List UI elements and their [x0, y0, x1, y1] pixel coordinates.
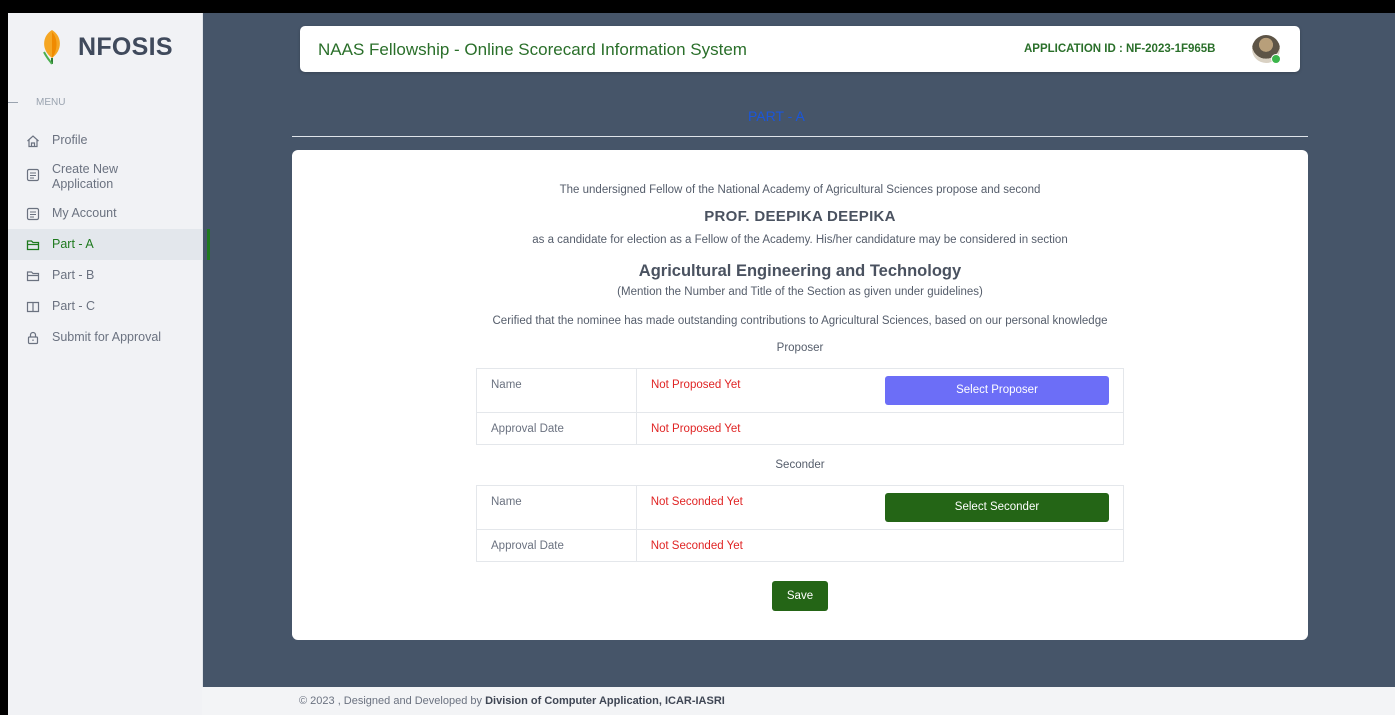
seconder-date-label: Approval Date	[476, 529, 637, 562]
proposer-date-label: Approval Date	[476, 412, 637, 445]
seconder-table: Name Not Seconded Yet Select Seconder Ap…	[476, 485, 1125, 562]
nominee-name: PROF. DEEPIKA DEEPIKA	[704, 208, 896, 225]
seconder-heading: Seconder	[775, 459, 825, 471]
sidebar-item-profile[interactable]: Profile	[8, 125, 202, 156]
page-title: PART - A	[748, 108, 805, 124]
menu-heading: MENU	[8, 97, 65, 108]
home-icon	[27, 135, 39, 148]
application-id: APPLICATION ID : NF-2023-1F965B	[1024, 43, 1216, 55]
folder-icon	[26, 240, 40, 251]
app-title: NAAS Fellowship - Online Scorecard Infor…	[318, 40, 747, 59]
footer: © 2023 , Designed and Developed by Divis…	[202, 687, 1395, 715]
proposer-heading: Proposer	[776, 342, 824, 354]
proposer-button-cell: Select Proposer	[828, 368, 1124, 413]
folder-icon	[26, 271, 40, 282]
proposer-name-label: Name	[476, 368, 637, 413]
proposer-name-value: Not Proposed Yet	[635, 368, 828, 413]
sidebar-item-my-account[interactable]: My Account	[8, 198, 202, 229]
save-button[interactable]: Save	[772, 581, 828, 611]
sidebar-item-part-c[interactable]: Part - C	[8, 291, 202, 322]
footer-org-link[interactable]: Division of Computer Application, ICAR-I…	[485, 695, 725, 707]
menu-heading-label: MENU	[36, 97, 66, 108]
sidebar-item-label: Create New Application	[52, 162, 118, 191]
proposer-table: Name Not Proposed Yet Select Proposer Ap…	[476, 368, 1125, 445]
footer-copyright: © 2023 , Designed and Developed by	[299, 695, 486, 707]
sidebar: NFOSIS MENU Profile Create New Applicati…	[8, 13, 210, 715]
menu-dash	[8, 102, 18, 103]
wheat-leaf-logo-icon	[43, 30, 60, 65]
table-row: Approval Date Not Seconded Yet	[476, 529, 1125, 562]
app-frame: NFOSIS MENU Profile Create New Applicati…	[8, 13, 1395, 715]
section-name: Agricultural Engineering and Technology	[638, 262, 962, 280]
select-proposer-button[interactable]: Select Proposer	[885, 376, 1109, 405]
document-icon	[26, 168, 40, 182]
part-a-card: The undersigned Fellow of the National A…	[292, 150, 1308, 640]
proposer-date-value: Not Proposed Yet	[635, 412, 1125, 445]
lock-icon	[27, 331, 39, 345]
seconder-date-value: Not Seconded Yet	[635, 529, 1125, 562]
seconder-button-cell: Select Seconder	[828, 485, 1124, 530]
brand-name: NFOSIS	[78, 32, 173, 61]
select-seconder-button[interactable]: Select Seconder	[885, 493, 1109, 522]
sidebar-item-label: Part - B	[52, 268, 95, 282]
table-row: Name Not Proposed Yet Select Proposer	[476, 368, 1124, 413]
book-icon	[26, 301, 40, 313]
top-header: NAAS Fellowship - Online Scorecard Infor…	[300, 26, 1300, 72]
seconder-name-label: Name	[476, 485, 637, 530]
sidebar-item-part-a[interactable]: Part - A	[8, 229, 210, 260]
sidebar-item-label: Part - C	[52, 299, 96, 313]
sidebar-item-label: Submit for Approval	[52, 330, 162, 344]
online-status-dot	[1271, 54, 1281, 64]
sidebar-item-part-b[interactable]: Part - B	[8, 260, 202, 291]
sidebar-item-label: Part - A	[52, 237, 94, 251]
table-row: Name Not Seconded Yet Select Seconder	[476, 485, 1124, 530]
avatar[interactable]	[1252, 35, 1281, 64]
sidebar-item-submit-for-approval[interactable]: Submit for Approval	[8, 322, 202, 353]
sidebar-item-label: My Account	[52, 206, 117, 220]
sidebar-item-create-new-application[interactable]: Create New Application	[8, 156, 202, 198]
section-note: (Mention the Number and Title of the Sec…	[617, 286, 983, 298]
document-icon	[26, 207, 40, 221]
sidebar-item-label: Profile	[52, 133, 88, 147]
certified-text: Cerified that the nominee has made outst…	[492, 315, 1108, 327]
footer-text: © 2023 , Designed and Developed by Divis…	[299, 695, 725, 707]
candidacy-text: as a candidate for election as a Fellow …	[532, 234, 1068, 246]
seconder-name-value: Not Seconded Yet	[635, 485, 828, 530]
sidebar-nav: Profile Create New Application My Accoun…	[8, 125, 210, 353]
brand[interactable]: NFOSIS	[38, 27, 173, 67]
table-row: Approval Date Not Proposed Yet	[476, 412, 1125, 445]
divider	[292, 136, 1308, 137]
intro-text: The undersigned Fellow of the National A…	[559, 184, 1041, 196]
